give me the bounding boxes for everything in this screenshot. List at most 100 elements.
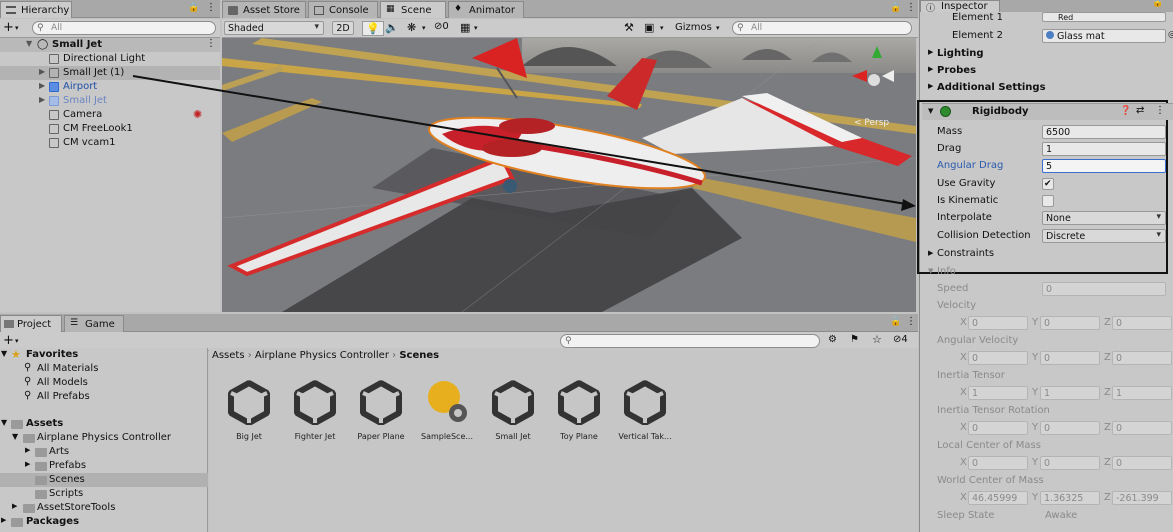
favorite-item[interactable]: ⚲ All Prefabs [0, 390, 208, 404]
expand-arrow-icon[interactable]: ▼ [1, 349, 7, 358]
mass-input[interactable]: 6500 [1042, 125, 1166, 139]
material-field[interactable]: Glass mat [1042, 29, 1166, 43]
tab-console[interactable]: Console [308, 1, 378, 18]
collapsed-arrow-icon[interactable]: ▶ [39, 95, 45, 104]
search-by-type-icon[interactable]: ⚙ [828, 334, 837, 345]
folder-row[interactable]: ▶ Prefabs [0, 459, 208, 473]
favorites-row[interactable]: ▼ ★ Favorites [0, 348, 208, 362]
lighting-toggle-icon[interactable]: 💡 [362, 21, 384, 36]
expand-arrow-icon[interactable]: ▼ [928, 267, 933, 275]
collision-detection-dropdown[interactable]: Discrete [1042, 229, 1166, 243]
add-dropdown-icon[interactable]: ▾ [15, 24, 19, 32]
hierarchy-item[interactable]: Directional Light [0, 52, 220, 66]
collapsed-arrow-icon[interactable]: ▶ [928, 65, 933, 73]
hidden-packages-icon[interactable]: ⊘4 [893, 334, 908, 345]
hierarchy-item[interactable]: ▶ Airport [0, 80, 220, 94]
probes-foldout[interactable]: ▶ Probes [922, 63, 1173, 80]
collapsed-arrow-icon[interactable]: ▶ [928, 82, 933, 90]
camera-dropdown-icon[interactable]: ▾ [660, 24, 664, 32]
constraints-foldout[interactable]: ▶ Constraints [922, 246, 1173, 263]
menu-kebab-icon[interactable]: ⋮ [206, 2, 216, 13]
add-object-button[interactable]: + [3, 20, 14, 35]
expand-arrow-icon[interactable]: ▼ [928, 107, 933, 115]
hierarchy-item[interactable]: ▶ Small Jet [0, 94, 220, 108]
folder-row-selected[interactable]: Scenes [0, 473, 208, 487]
gizmos-button[interactable]: Gizmos [675, 22, 712, 33]
search-by-label-icon[interactable]: ⚑ [850, 334, 859, 345]
folder-row[interactable]: ▼ Airplane Physics Controller [0, 431, 208, 445]
component-menu-icon[interactable]: ⋮ [1155, 105, 1165, 116]
drag-input[interactable]: 1 [1042, 142, 1166, 156]
grid-dropdown-icon[interactable]: ▾ [474, 24, 478, 32]
lighting-settings-asset[interactable]: SampleSce... [414, 375, 480, 445]
scene-asset[interactable]: Paper Plane [348, 375, 414, 445]
shading-mode-dropdown[interactable]: Shaded [224, 21, 324, 35]
folder-row[interactable]: ▶ AssetStoreTools [0, 501, 208, 515]
favorite-item[interactable]: ⚲ All Materials [0, 362, 208, 376]
collapsed-arrow-icon[interactable]: ▶ [12, 502, 17, 510]
scene-asset[interactable]: Big Jet [216, 375, 282, 445]
use-gravity-checkbox[interactable]: ✔ [1042, 178, 1054, 190]
rigidbody-header[interactable]: ▼ Rigidbody ❓ ⇄ ⋮ [922, 103, 1173, 120]
2d-toggle-button[interactable]: 2D [332, 21, 354, 35]
tab-hierarchy[interactable]: Hierarchy [0, 1, 72, 18]
hierarchy-search-input[interactable]: ⚲ All [32, 21, 216, 35]
hierarchy-item[interactable]: Camera ✺ [0, 108, 220, 122]
object-picker-icon[interactable]: ◎ [1168, 30, 1173, 40]
tab-inspector[interactable]: ⓘ Inspector [920, 0, 1000, 14]
collapsed-arrow-icon[interactable]: ▶ [1, 516, 6, 524]
breadcrumb-item[interactable]: Assets [212, 350, 245, 361]
tab-scene[interactable]: ▦ Scene [380, 1, 446, 18]
lock-icon[interactable]: 🔒 [890, 3, 901, 13]
collapsed-arrow-icon[interactable]: ▶ [928, 48, 933, 56]
lighting-foldout[interactable]: ▶ Lighting [922, 46, 1173, 63]
camera-icon[interactable]: ▣ [644, 21, 654, 34]
scene-asset[interactable]: Toy Plane [546, 375, 612, 445]
additional-settings-foldout[interactable]: ▶ Additional Settings [922, 80, 1173, 97]
create-asset-button[interactable]: + [3, 333, 14, 348]
interpolate-dropdown[interactable]: None [1042, 211, 1166, 225]
collapsed-arrow-icon[interactable]: ▶ [39, 81, 45, 90]
presets-icon[interactable]: ⇄ [1136, 105, 1144, 116]
folder-row[interactable]: Scripts [0, 487, 208, 501]
scene-asset[interactable]: Fighter Jet [282, 375, 348, 445]
hidden-objects-icon[interactable]: ⊘0 [434, 21, 449, 32]
gizmos-dropdown-icon[interactable]: ▾ [716, 24, 720, 32]
info-foldout[interactable]: ▼ Info [922, 264, 1173, 281]
lock-icon[interactable]: 🔒 [188, 3, 199, 13]
effects-dropdown-icon[interactable]: ▾ [422, 24, 426, 32]
tab-asset-store[interactable]: Asset Store [222, 1, 306, 18]
help-icon[interactable]: ❓ [1120, 106, 1131, 116]
effects-toggle-icon[interactable]: ❋ [407, 21, 416, 34]
material-field[interactable]: Red [1042, 12, 1166, 22]
is-kinematic-checkbox[interactable] [1042, 195, 1054, 207]
tab-animator[interactable]: ♦ Animator [448, 1, 524, 18]
root-menu-icon[interactable]: ⋮ [206, 38, 216, 49]
menu-kebab-icon[interactable]: ⋮ [906, 2, 916, 13]
folder-row[interactable]: ▶ Arts [0, 445, 208, 459]
packages-row[interactable]: ▶ Packages [0, 515, 208, 529]
hierarchy-item[interactable]: ▶ Small Jet (1) [0, 66, 220, 80]
scene-viewport[interactable]: < Persp [222, 38, 916, 312]
expand-arrow-icon[interactable]: ▼ [12, 432, 18, 441]
hierarchy-root-row[interactable]: ▼ ◯ Small Jet ⋮ [0, 38, 220, 52]
favorite-star-icon[interactable]: ☆ [872, 333, 882, 346]
tab-project[interactable]: Project [0, 315, 62, 332]
scene-search-input[interactable]: ⚲ All [732, 21, 912, 35]
audio-toggle-icon[interactable]: 🔈 [385, 21, 399, 34]
lock-icon[interactable]: 🔒 [890, 317, 901, 327]
scene-asset[interactable]: Small Jet [480, 375, 546, 445]
breadcrumb-item[interactable]: Airplane Physics Controller [255, 350, 389, 361]
scene-asset[interactable]: Vertical Tak... [612, 375, 678, 445]
collapsed-arrow-icon[interactable]: ▶ [25, 460, 30, 468]
collapsed-arrow-icon[interactable]: ▶ [928, 249, 933, 257]
tab-game[interactable]: ☰ Game [64, 315, 124, 332]
collapsed-arrow-icon[interactable]: ▶ [39, 67, 45, 76]
hierarchy-item[interactable]: CM FreeLook1 [0, 122, 220, 136]
angular-drag-input[interactable]: 5 [1042, 159, 1166, 173]
favorite-item[interactable]: ⚲ All Models [0, 376, 208, 390]
project-search-input[interactable]: ⚲ [560, 334, 820, 348]
expand-arrow-icon[interactable]: ▼ [1, 418, 7, 427]
lock-icon[interactable]: 🔒 [1152, 0, 1163, 8]
create-dropdown-icon[interactable]: ▾ [15, 337, 19, 345]
